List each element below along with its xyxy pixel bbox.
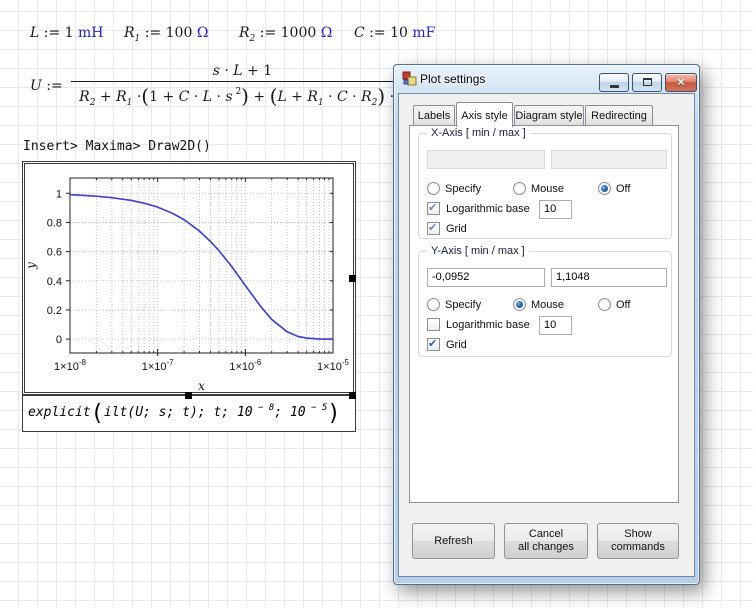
dialog-client-area: Labels Axis style Diagram style Redirect… (398, 93, 695, 577)
refresh-button-label: Refresh (434, 535, 473, 548)
y-axis-min-field[interactable]: -0,0952 (427, 268, 545, 287)
svg-text:1×10-8: 1×10-8 (54, 358, 86, 373)
y-axis-off-label: Off (616, 299, 630, 311)
x-axis-log-base-field[interactable]: 10 (539, 200, 572, 219)
resize-handle-bottom[interactable] (185, 392, 192, 399)
minimize-button[interactable] (599, 73, 629, 92)
y-axis-off-radio[interactable] (598, 298, 611, 311)
x-axis-mouse-label: Mouse (531, 183, 564, 195)
definition-R1[interactable]: R1 := 100 Ω (124, 24, 208, 44)
close-button[interactable]: ✕ (665, 73, 697, 92)
close-icon: ✕ (666, 76, 696, 89)
x-axis-specify-label: Specify (445, 183, 481, 195)
fraction: s · L + 1 R2 + R1 ·(1 + C · L · s 2) + (… (71, 62, 414, 108)
u-prefix: U := (30, 77, 67, 94)
svg-text:0: 0 (56, 334, 62, 346)
tab-redirecting[interactable]: Redirecting (585, 105, 653, 126)
y-axis-mouse-label: Mouse (531, 299, 564, 311)
show-commands-label: Show (624, 528, 652, 541)
y-axis-mouse-radio[interactable] (513, 298, 526, 311)
plot-settings-window: Plot settings ✕ Labels Axis style Diagra… (393, 64, 700, 585)
minimize-icon (610, 85, 619, 88)
y-axis-group-label: Y-Axis [ min / max ] (427, 245, 529, 257)
cancel-button-label2: all changes (518, 541, 574, 554)
fraction-denominator: R2 + R1 ·(1 + C · L · s 2) + (L + R1 · C… (71, 81, 414, 108)
resize-handle-right[interactable] (349, 275, 356, 282)
y-axis-log-label: Logarithmic base (446, 319, 530, 331)
window-icon (402, 71, 417, 86)
x-axis-off-label: Off (616, 183, 630, 195)
definition-C[interactable]: C := 10 mF (354, 24, 435, 41)
definition-R2[interactable]: R2 := 1000 Ω (239, 24, 332, 44)
y-axis-grid-checkbox[interactable] (427, 338, 440, 351)
x-axis-group: X-Axis [ min / max ] Specify Mouse Off L… (418, 133, 672, 239)
y-axis-max-field[interactable]: 1,1048 (551, 268, 667, 287)
definition-L[interactable]: L := 1 mH (30, 24, 104, 41)
svg-text:1: 1 (56, 188, 62, 200)
y-axis-specify-label: Specify (445, 299, 481, 311)
show-commands-button[interactable]: Showcommands (597, 523, 679, 559)
svg-text:0.8: 0.8 (47, 217, 62, 229)
window-title: Plot settings (420, 72, 485, 86)
tab-labels[interactable]: Labels (413, 105, 455, 126)
svg-text:y: y (26, 262, 38, 270)
tab-diagram-style[interactable]: Diagram style (514, 105, 584, 126)
maxima-command[interactable]: Insert> Maxima> Draw2D() (23, 139, 211, 154)
x-axis-group-label: X-Axis [ min / max ] (427, 127, 530, 139)
explicit-formula: explicit(ilt(U; s; t); t; 10 − 8; 10 − 5… (28, 401, 341, 426)
y-axis-log-checkbox[interactable] (427, 318, 440, 331)
refresh-button[interactable]: Refresh (412, 523, 495, 559)
x-axis-log-checkbox[interactable] (427, 202, 440, 215)
y-axis-group: Y-Axis [ min / max ] -0,0952 1,1048 Spec… (418, 251, 672, 357)
svg-text:1×10-6: 1×10-6 (229, 358, 261, 373)
svg-text:0.6: 0.6 (47, 247, 62, 259)
x-axis-min-field (427, 150, 545, 169)
plot-canvas: 1 0.8 0.6 0.4 0.2 0 1×10-8 1×10-7 1×10-6 1×10-5 y x (26, 165, 354, 393)
tab-axis-style[interactable]: Axis style (456, 102, 513, 127)
x-axis-grid-label: Grid (446, 223, 467, 235)
plot-expression[interactable]: explicit(ilt(U; s; t); t; 10 − 8; 10 − 5… (22, 395, 356, 432)
y-axis-specify-radio[interactable] (427, 298, 440, 311)
show-commands-label2: commands (611, 541, 665, 554)
svg-text:x: x (198, 379, 205, 393)
x-axis-log-label: Logarithmic base (446, 203, 530, 215)
plot-region[interactable]: 1 0.8 0.6 0.4 0.2 0 1×10-8 1×10-7 1×10-6 1×10-5 y x (22, 161, 356, 395)
maximize-icon (643, 78, 652, 86)
svg-text:0.2: 0.2 (47, 305, 62, 317)
axis-style-page: X-Axis [ min / max ] Specify Mouse Off L… (409, 125, 679, 503)
x-axis-mouse-radio[interactable] (513, 182, 526, 195)
maximize-button[interactable] (632, 73, 662, 92)
svg-text:0.4: 0.4 (47, 276, 62, 288)
definition-U[interactable]: U := s · L + 1 R2 + R1 ·(1 + C · L · s 2… (30, 62, 414, 108)
resize-handle-corner[interactable] (349, 392, 356, 399)
smath-worksheet: { "worksheet": { "definitions": [ [["tk-… (0, 0, 753, 608)
y-axis-grid-label: Grid (446, 339, 467, 351)
x-axis-specify-radio[interactable] (427, 182, 440, 195)
cancel-all-changes-button[interactable]: Cancelall changes (504, 523, 588, 559)
cancel-button-label: Cancel (529, 528, 563, 541)
x-axis-grid-checkbox[interactable] (427, 222, 440, 235)
y-axis-log-base-field[interactable]: 10 (539, 316, 572, 335)
svg-text:1×10-7: 1×10-7 (142, 358, 174, 373)
x-axis-max-field (551, 150, 667, 169)
fraction-numerator: s · L + 1 (207, 62, 278, 81)
x-axis-off-radio[interactable] (598, 182, 611, 195)
title-bar[interactable]: Plot settings ✕ (394, 65, 699, 93)
svg-text:1×10-5: 1×10-5 (317, 358, 349, 373)
